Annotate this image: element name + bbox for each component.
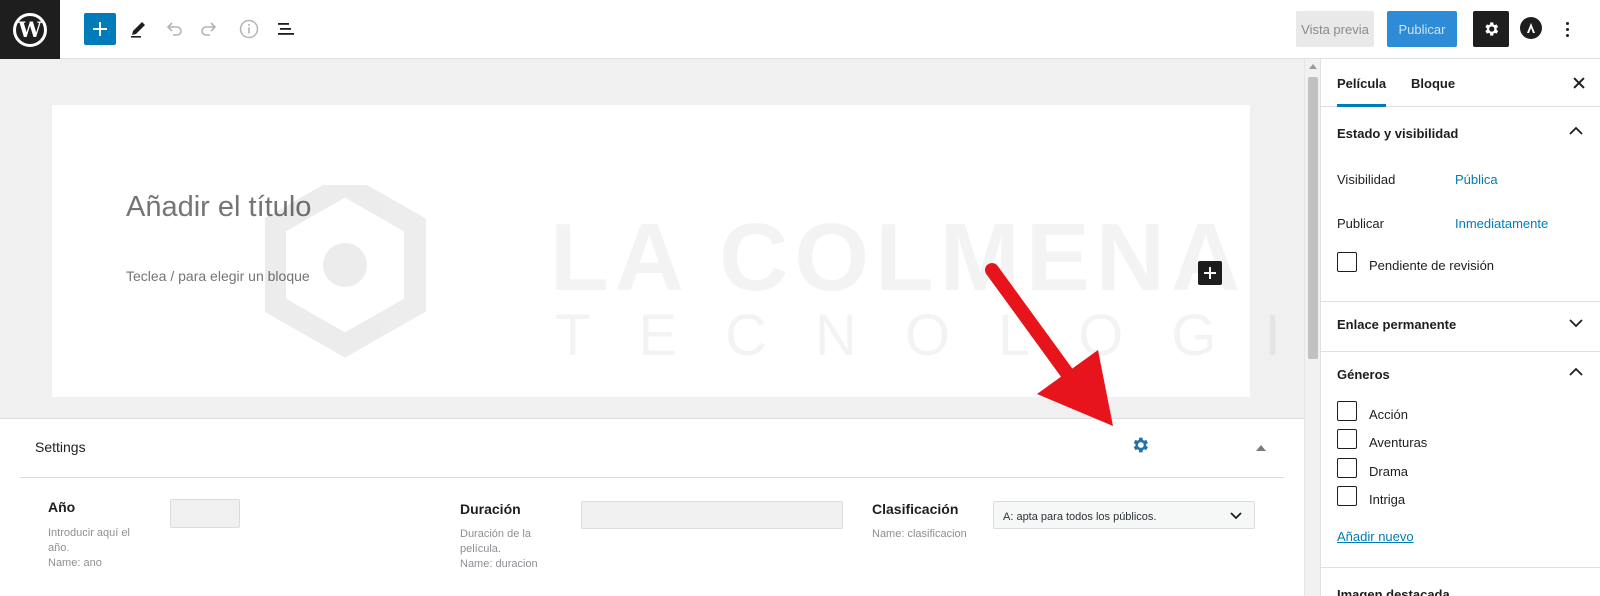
panel-divider (1321, 301, 1600, 302)
genre-checkbox-aventuras[interactable] (1337, 429, 1357, 449)
panel-title-genres[interactable]: Géneros (1337, 367, 1390, 382)
post-title-input[interactable]: Añadir el título (126, 191, 311, 224)
settings-metabox: Settings Año Introducir aquí el año. Nam… (0, 418, 1304, 596)
field-desc-duracion: Duración de la película. Name: duracion (460, 528, 538, 570)
field-desc-clasificacion: Name: clasificacion (872, 528, 967, 540)
pencil-icon[interactable] (122, 13, 154, 45)
field-label-duracion: Duración (460, 501, 521, 517)
visibility-link[interactable]: Pública (1455, 172, 1498, 187)
genre-label: Intriga (1369, 492, 1406, 507)
field-label-clasificacion: Clasificación (872, 501, 959, 517)
panel-divider (1321, 567, 1600, 568)
field-desc-ano: Introducir aquí el año. Name: ano (48, 527, 130, 569)
tab-pelicula[interactable]: Película (1337, 59, 1387, 107)
close-icon[interactable] (1569, 73, 1589, 93)
scroll-up-icon[interactable] (1309, 64, 1317, 69)
publish-date-link[interactable]: Inmediatamente (1455, 216, 1548, 231)
tab-bloque[interactable]: Bloque (1411, 59, 1455, 107)
more-vertical-icon[interactable] (1560, 15, 1574, 43)
gear-icon (1485, 22, 1499, 36)
field-label-ano: Año (48, 499, 76, 515)
duracion-input[interactable] (581, 501, 843, 529)
canvas-scrollbar[interactable] (1304, 59, 1320, 596)
visibility-label: Visibilidad (1337, 172, 1396, 187)
panel-title-status[interactable]: Estado y visibilidad (1337, 126, 1458, 141)
genre-checkbox-intriga[interactable] (1337, 486, 1357, 506)
clasificacion-select[interactable]: A: apta para todos los públicos. (993, 501, 1255, 529)
info-icon[interactable] (233, 13, 265, 45)
settings-sidebar: Película Bloque Estado y visibilidad Vis… (1320, 59, 1600, 596)
clasificacion-selected-value: A: apta para todos los públicos. (1003, 511, 1157, 523)
pending-review-checkbox[interactable] (1337, 252, 1357, 272)
genre-checkbox-drama[interactable] (1337, 458, 1357, 478)
wordpress-logo-icon[interactable]: W (0, 0, 60, 59)
astra-icon[interactable] (1520, 17, 1542, 39)
publish-label: Publicar (1337, 216, 1384, 231)
preview-button[interactable]: Vista previa (1296, 11, 1374, 47)
block-appender[interactable]: Teclea / para elegir un bloque (126, 268, 310, 284)
list-view-icon[interactable] (270, 13, 302, 45)
genre-label: Aventuras (1369, 435, 1428, 450)
metabox-title: Settings (35, 439, 86, 455)
settings-gear-button[interactable] (1473, 11, 1509, 47)
inline-add-block-button[interactable] (1198, 261, 1222, 285)
pending-review-label: Pendiente de revisión (1369, 258, 1495, 273)
add-block-button[interactable] (84, 13, 116, 45)
ano-input[interactable] (170, 499, 240, 528)
gear-icon[interactable] (1130, 435, 1150, 455)
panel-title-permalink[interactable]: Enlace permanente (1337, 317, 1456, 332)
undo-icon[interactable] (158, 13, 190, 45)
publish-button[interactable]: Publicar (1387, 11, 1457, 47)
add-new-genre-link[interactable]: Añadir nuevo (1337, 529, 1414, 544)
redo-icon[interactable] (193, 13, 225, 45)
editor-toolbar: W Vista previa Publicar (0, 0, 1600, 59)
scrollbar-thumb[interactable] (1308, 77, 1318, 359)
annotation-arrow-icon (985, 263, 1113, 426)
chevron-down-icon[interactable] (1569, 318, 1583, 328)
genre-label: Acción (1369, 407, 1409, 422)
chevron-up-icon[interactable] (1569, 126, 1583, 136)
genre-checkbox-accion[interactable] (1337, 401, 1357, 421)
panel-title-featured-image[interactable]: Imagen destacada (1337, 587, 1450, 596)
chevron-down-icon (1230, 512, 1242, 520)
collapse-caret-icon[interactable] (1256, 445, 1266, 451)
sidebar-tabs: Película Bloque (1321, 59, 1600, 107)
panel-divider (1321, 351, 1600, 352)
chevron-up-icon[interactable] (1569, 367, 1583, 377)
genre-label: Drama (1369, 464, 1409, 479)
